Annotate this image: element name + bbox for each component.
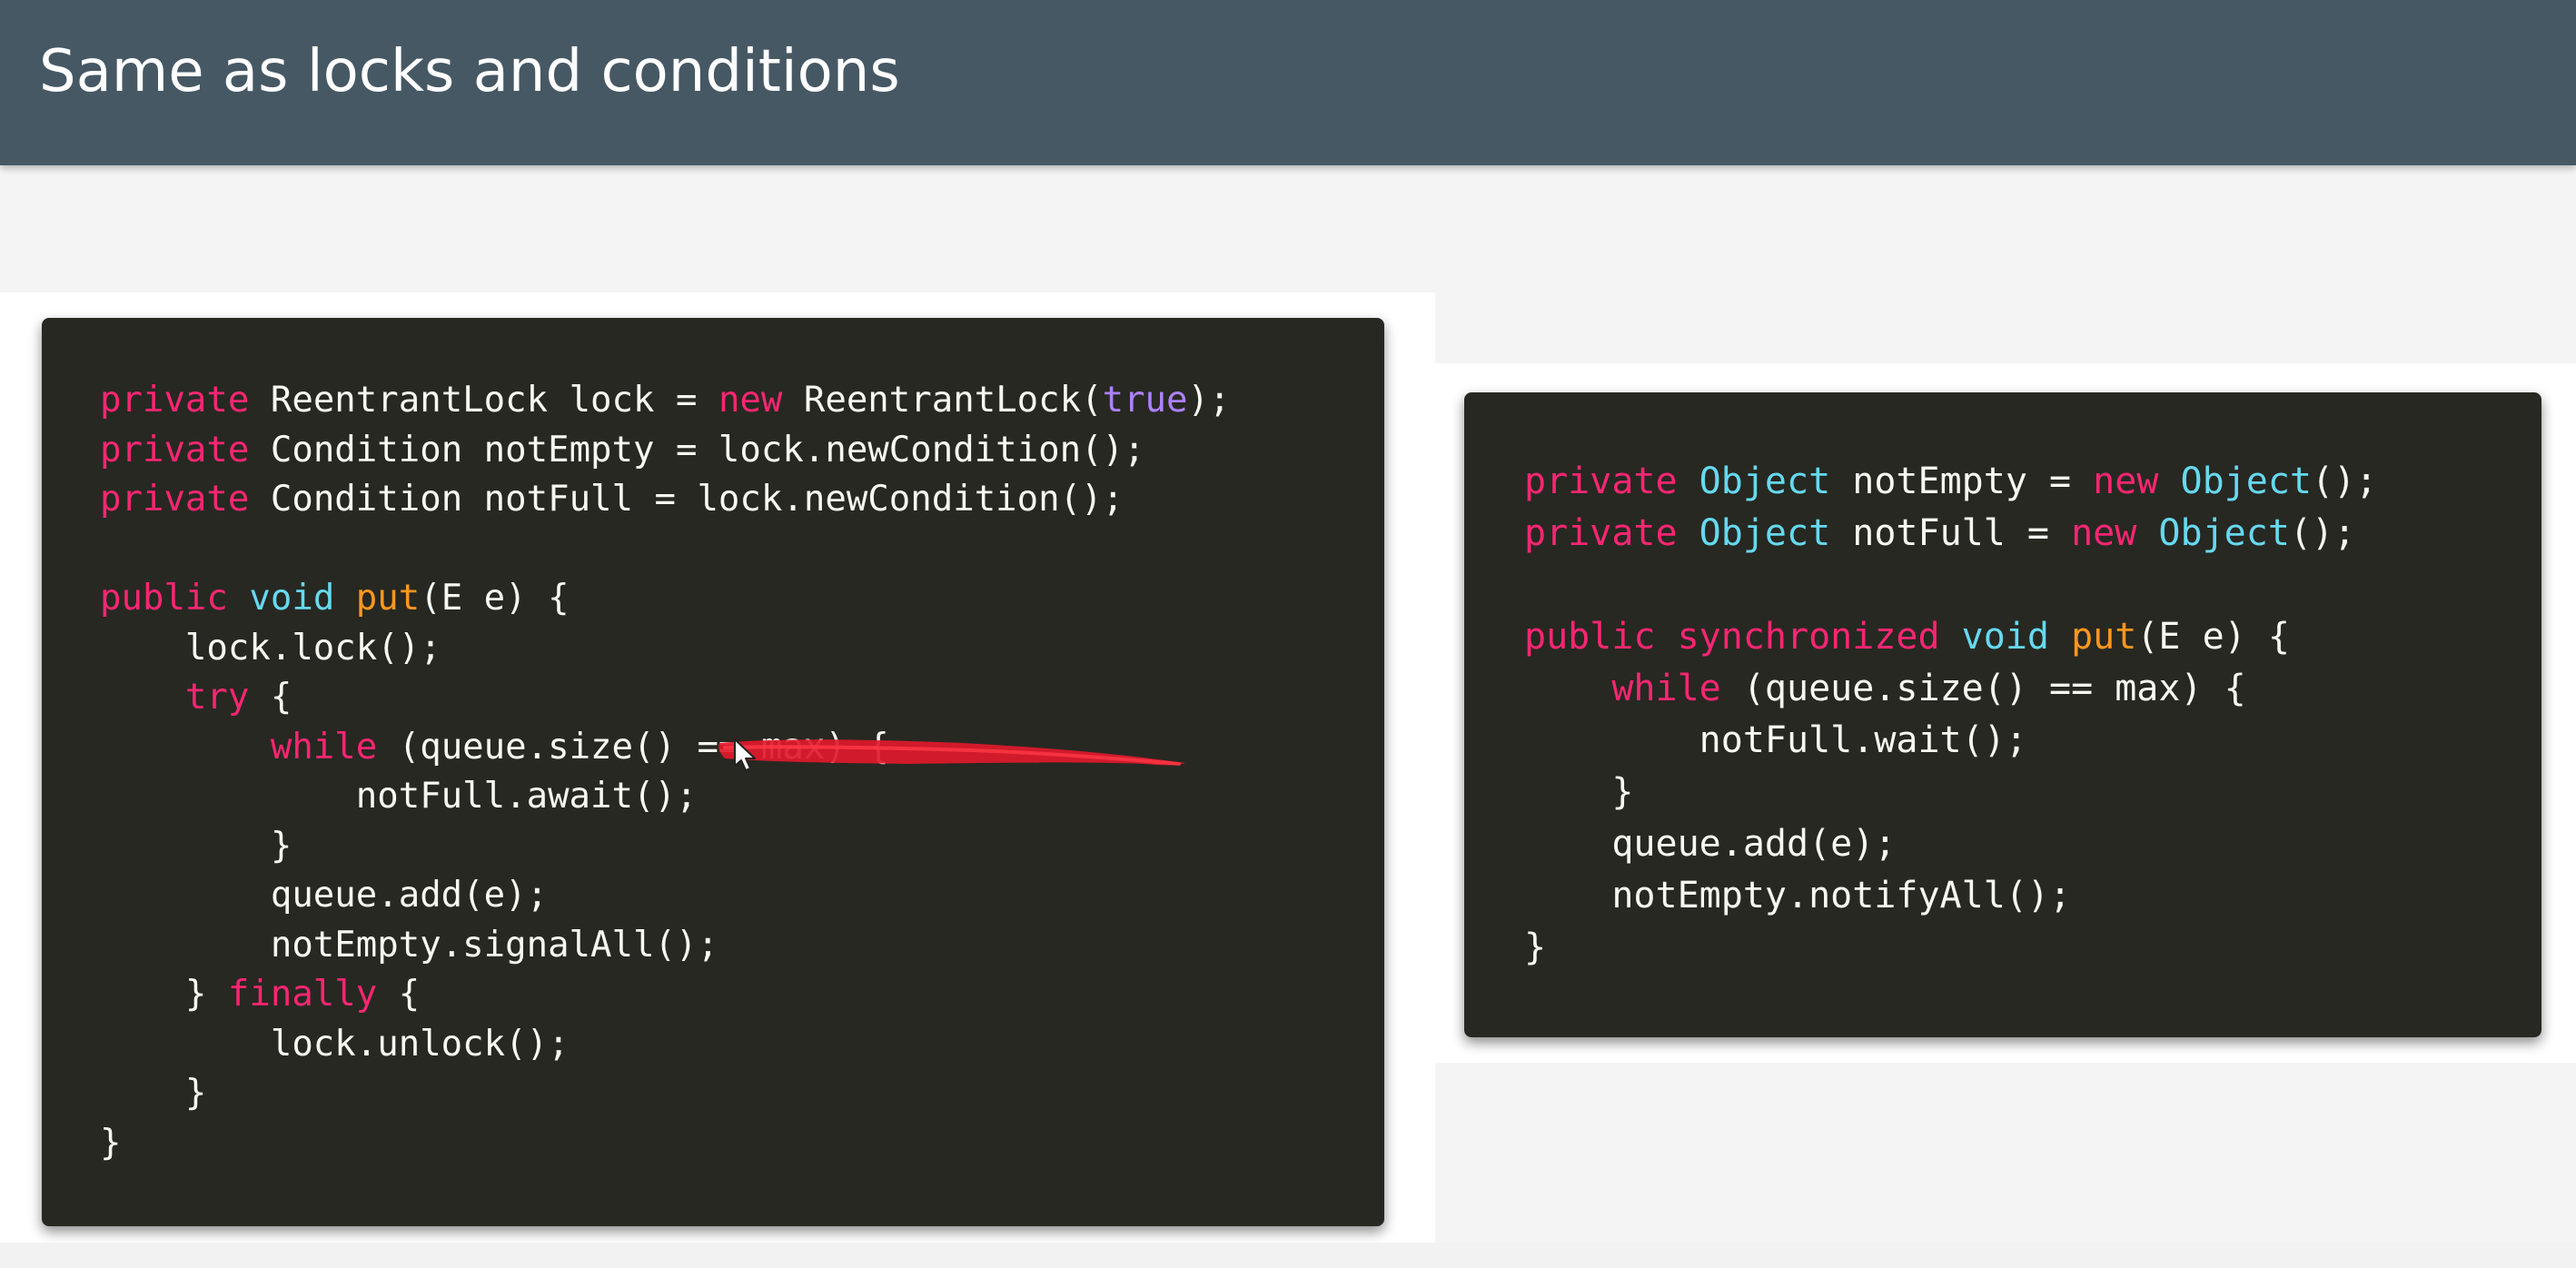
code-token: queue.add(e); <box>100 875 549 916</box>
reentrantlock-code: private ReentrantLock lock = new Reentra… <box>100 376 1384 1168</box>
code-line: } <box>100 826 292 867</box>
code-token: { <box>249 677 292 718</box>
code-token: try <box>184 677 250 718</box>
code-token: } <box>100 825 292 867</box>
code-token: (E e) { <box>2136 616 2290 658</box>
code-token: notFull.wait(); <box>1524 719 2027 761</box>
code-token: } <box>1524 926 1547 968</box>
code-token: finally <box>227 974 378 1015</box>
code-token: private <box>100 380 250 421</box>
code-line: notFull.await(); <box>100 776 698 817</box>
code-line: private Condition notEmpty = lock.newCon… <box>100 430 1145 471</box>
code-token: Object <box>2180 461 2313 502</box>
code-token: public <box>100 578 228 619</box>
code-line: private Condition notFull = lock.newCond… <box>100 479 1124 520</box>
code-token: } <box>100 1122 122 1164</box>
code-token: notEmpty.notifyAll(); <box>1524 875 2072 916</box>
code-line: public synchronized void put(E e) { <box>1524 616 2290 658</box>
code-token: Condition notEmpty = lock.newCondition()… <box>249 429 1145 471</box>
code-token: Object <box>1699 512 1831 554</box>
code-token: new <box>718 380 783 421</box>
code-token: new <box>2093 461 2159 502</box>
code-token: notEmpty.signalAll(); <box>100 924 718 966</box>
code-line: private Object notEmpty = new Object(); <box>1524 461 2377 502</box>
code-token: put <box>2071 616 2137 658</box>
code-token: new <box>2071 512 2137 554</box>
code-line: lock.unlock(); <box>100 1024 570 1065</box>
code-token: (); <box>2289 512 2356 554</box>
slide-title: Same as locks and conditions <box>39 38 900 105</box>
code-line: lock.lock(); <box>100 628 441 669</box>
code-token: while <box>1611 668 1721 709</box>
code-token: private <box>100 429 250 471</box>
code-token: Condition notFull = lock.newCondition(); <box>249 479 1125 520</box>
code-token: while <box>270 726 378 768</box>
code-token: (); <box>2312 461 2378 502</box>
code-line: public void put(E e) { <box>100 578 570 619</box>
code-token: void <box>1961 616 2049 658</box>
code-line: } <box>1524 926 1546 968</box>
code-token: notFull = <box>1830 512 2072 554</box>
code-token: { <box>377 974 421 1015</box>
reentrantlock-code-block: private ReentrantLock lock = new Reentra… <box>42 318 1384 1226</box>
code-token: (queue.size() == max) { <box>1720 668 2246 709</box>
slide-header: Same as locks and conditions <box>0 0 2576 165</box>
code-line: notEmpty.signalAll(); <box>100 925 718 966</box>
code-line: } <box>1524 771 1633 813</box>
code-token: (E e) { <box>420 578 570 619</box>
code-token: put <box>355 578 421 619</box>
code-line: while (queue.size() == max) { <box>100 727 889 768</box>
bottom-strip <box>0 1243 2576 1268</box>
code-token: notEmpty = <box>1830 461 2094 502</box>
code-token: public <box>1524 616 1656 658</box>
code-token: lock.unlock(); <box>100 1023 570 1065</box>
code-line: } finally { <box>100 974 420 1015</box>
code-line: notEmpty.notifyAll(); <box>1524 875 2071 916</box>
code-token: Object <box>2158 512 2290 554</box>
code-token: } <box>100 1073 207 1114</box>
mouse-cursor-icon <box>734 738 756 771</box>
code-line: queue.add(e); <box>1524 823 1896 865</box>
code-line: try { <box>100 677 292 718</box>
code-token: void <box>249 578 335 619</box>
code-token: private <box>1524 512 1678 554</box>
code-line: } <box>100 1123 121 1164</box>
code-token: lock.lock(); <box>100 627 441 669</box>
code-token: ReentrantLock( <box>782 380 1103 421</box>
code-token: ); <box>1187 380 1231 421</box>
code-token: ReentrantLock lock = <box>249 380 718 421</box>
code-token: true <box>1102 380 1188 421</box>
code-token: Object <box>1699 461 1831 502</box>
code-token: } <box>1524 771 1634 813</box>
code-line: while (queue.size() == max) { <box>1524 668 2246 709</box>
code-line: queue.add(e); <box>100 875 548 916</box>
code-line: private Object notFull = new Object(); <box>1524 512 2355 554</box>
code-token: } <box>100 974 228 1015</box>
code-token: queue.add(e); <box>1524 823 1897 865</box>
code-token: notFull.await(); <box>100 776 698 817</box>
code-token: synchronized <box>1677 616 1940 658</box>
code-token: private <box>1524 461 1678 502</box>
code-token: (queue.size() == max) { <box>377 726 889 768</box>
synchronized-code: private Object notEmpty = new Object(); … <box>1524 456 2541 974</box>
code-line: notFull.wait(); <box>1524 719 2027 761</box>
code-token: private <box>100 479 250 520</box>
code-line: private ReentrantLock lock = new Reentra… <box>100 380 1230 421</box>
code-line: } <box>100 1073 207 1114</box>
synchronized-code-block: private Object notEmpty = new Object(); … <box>1464 392 2541 1037</box>
